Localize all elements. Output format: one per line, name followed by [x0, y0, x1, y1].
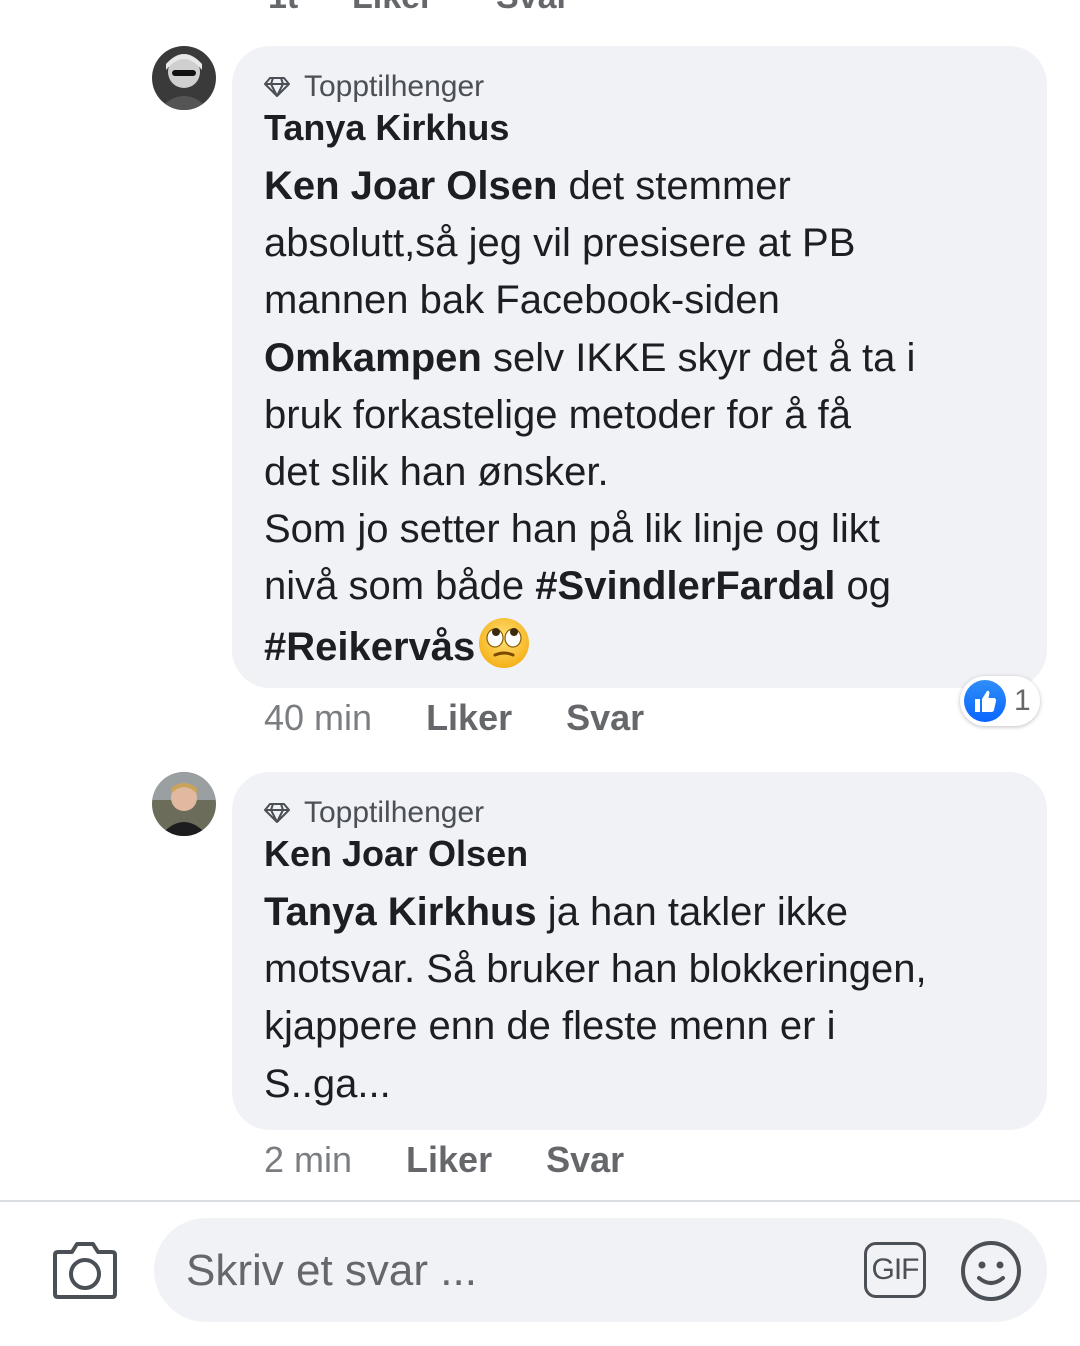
- diamond-icon: [264, 803, 290, 823]
- reaction-summary[interactable]: 1: [960, 676, 1040, 726]
- mention-link[interactable]: Ken Joar Olsen: [264, 164, 557, 208]
- previous-comment-actions: 1t Liker Svar: [0, 0, 1080, 16]
- badge-label: Topptilhenger: [304, 70, 485, 103]
- comment-actions: 40 min Liker Svar: [264, 696, 644, 740]
- comment-bubble: Topptilhenger Ken Joar Olsen Tanya Kirkh…: [232, 772, 1047, 1130]
- like-button[interactable]: Liker: [406, 1139, 492, 1181]
- mention-link[interactable]: Tanya Kirkhus: [264, 890, 537, 934]
- comment-text: Tanya Kirkhus ja han takler ikke motsvar…: [264, 890, 927, 1106]
- hashtag-link[interactable]: #Reikervås: [264, 625, 475, 669]
- comment-time[interactable]: 2 min: [264, 1139, 352, 1181]
- previous-like-button[interactable]: Liker: [352, 0, 433, 17]
- top-fan-badge: Topptilhenger: [264, 70, 1017, 104]
- page-mention-link[interactable]: Omkampen: [264, 336, 482, 380]
- reply-button[interactable]: Svar: [546, 1139, 624, 1181]
- badge-label: Topptilhenger: [304, 796, 485, 829]
- reply-input-placeholder: Skriv et svar ...: [186, 1246, 477, 1295]
- avatar[interactable]: [152, 772, 216, 836]
- comment-author[interactable]: Tanya Kirkhus: [264, 106, 1017, 150]
- diamond-icon: [264, 77, 290, 97]
- reaction-count: 1: [1014, 684, 1031, 717]
- like-button[interactable]: Liker: [426, 697, 512, 739]
- reply-button[interactable]: Svar: [566, 697, 644, 739]
- previous-time: 1t: [268, 0, 298, 17]
- smiley-icon[interactable]: [960, 1240, 1022, 1302]
- comment-time[interactable]: 40 min: [264, 697, 372, 739]
- comment-text: Ken Joar Olsen det stemmer absolutt,så j…: [264, 164, 916, 669]
- previous-reply-button[interactable]: Svar: [496, 0, 570, 17]
- comment-author[interactable]: Ken Joar Olsen: [264, 832, 1017, 876]
- top-fan-badge: Topptilhenger: [264, 796, 1017, 830]
- like-icon: [964, 680, 1006, 722]
- rolling-eyes-emoji-icon: [479, 617, 530, 668]
- comment-actions: 2 min Liker Svar: [264, 1138, 624, 1182]
- comment-bubble: Topptilhenger Tanya Kirkhus Ken Joar Ols…: [232, 46, 1047, 688]
- avatar[interactable]: [152, 46, 216, 110]
- hashtag-link[interactable]: #SvindlerFardal: [535, 564, 835, 608]
- camera-icon[interactable]: [52, 1238, 118, 1300]
- gif-button[interactable]: GIF: [864, 1242, 926, 1298]
